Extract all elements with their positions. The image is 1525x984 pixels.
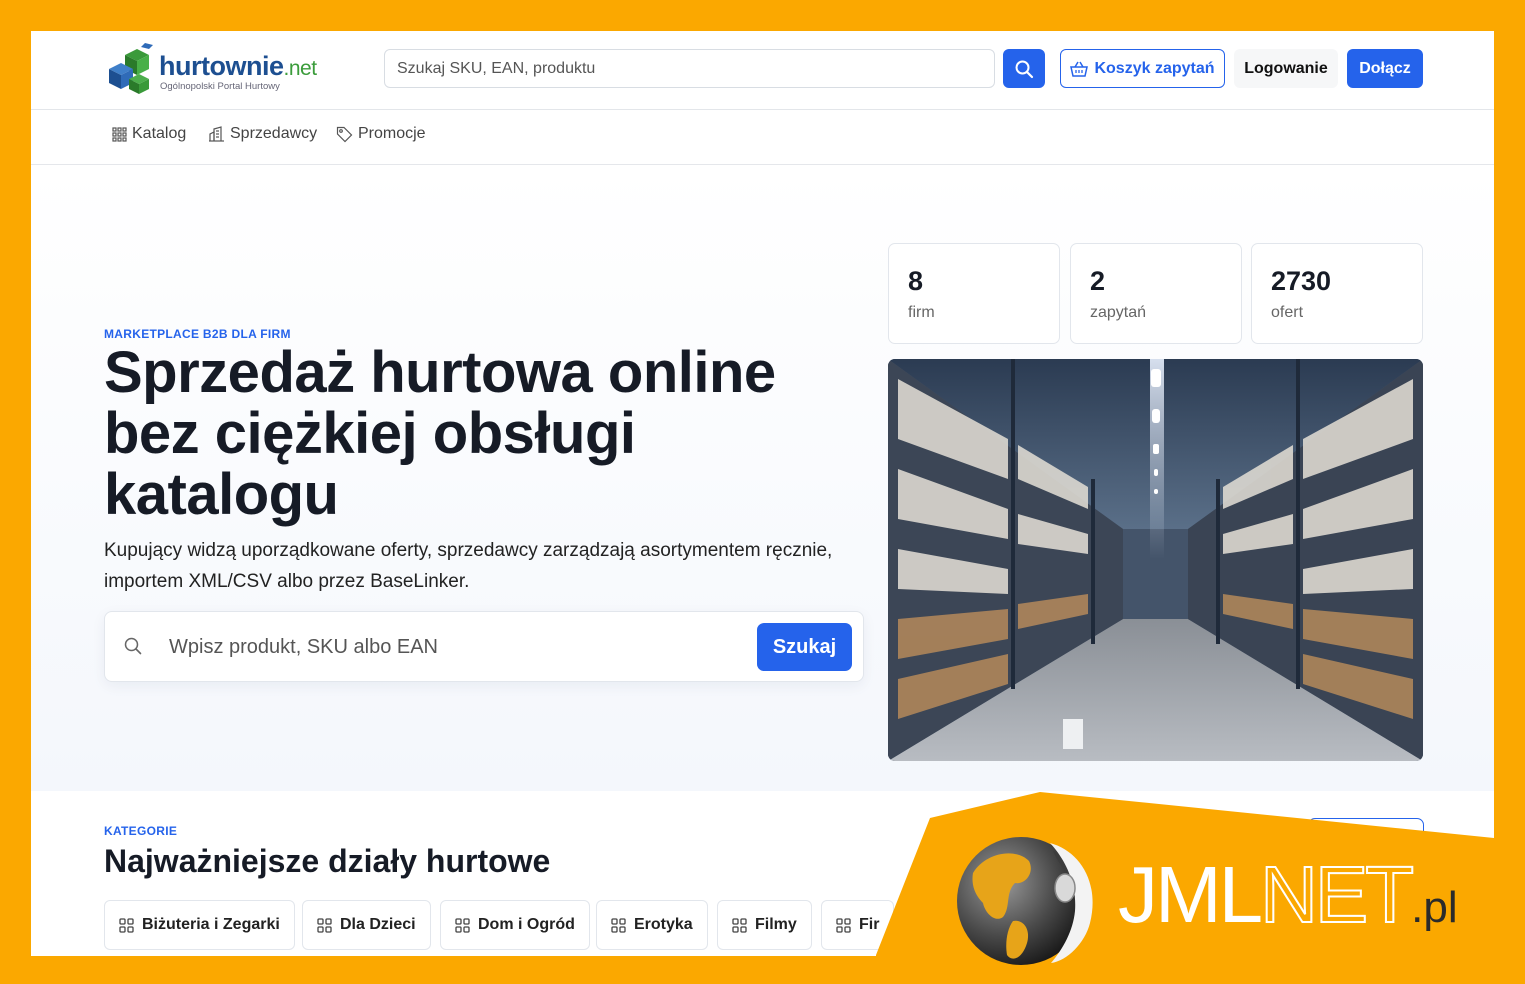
category-chip[interactable]: Filmy: [717, 900, 812, 950]
subnav-label: Sprzedawcy: [230, 125, 318, 142]
stat-card-offers: 2730 ofert: [1251, 243, 1423, 344]
hero-search-input[interactable]: [169, 630, 749, 664]
stat-value: 2730: [1271, 266, 1332, 296]
join-button[interactable]: Dołącz: [1347, 49, 1423, 88]
hero-search-button[interactable]: Szukaj: [757, 623, 852, 671]
hero-description: Kupujący widzą uporządkowane oferty, spr…: [104, 540, 833, 592]
category-label: Erotyka: [634, 916, 693, 933]
stat-value: 8: [908, 266, 924, 296]
basket-icon: [1070, 61, 1089, 77]
categories-more-button[interactable]: [1308, 818, 1424, 858]
subnav-label: Katalog: [132, 125, 187, 142]
subnav: Katalog Sprzedawcy Promocje: [31, 111, 1494, 165]
category-label: Biżuteria i Zegarki: [142, 916, 280, 933]
grid-icon: [455, 917, 470, 933]
subnav-item-katalog[interactable]: Katalog: [112, 125, 186, 143]
tag-icon: [336, 126, 353, 142]
category-chip[interactable]: Dom i Ogród: [440, 900, 590, 950]
grid-icon: [112, 126, 127, 142]
grid-icon: [836, 917, 851, 933]
header-search-button[interactable]: [1003, 49, 1045, 88]
warehouse-image: [888, 359, 1423, 761]
hero-title: Sprzedaż hurtowa online bez ciężkiej obs…: [104, 340, 776, 527]
stat-card-inquiries: 2 zapytań: [1070, 243, 1242, 344]
hero-search-box: Szukaj: [104, 611, 864, 682]
stat-label: firm: [908, 304, 935, 321]
logo-wordmark: hurtownie.net: [159, 51, 317, 81]
category-chip[interactable]: Biżuteria i Zegarki: [104, 900, 295, 950]
grid-icon: [611, 917, 626, 933]
header: hurtownie.net Ogólnopolski Portal Hurtow…: [31, 31, 1494, 110]
page-frame: hurtownie.net Ogólnopolski Portal Hurtow…: [31, 31, 1494, 956]
category-label: Filmy: [755, 916, 797, 933]
subnav-item-sprzedawcy[interactable]: Sprzedawcy: [208, 125, 317, 143]
logo[interactable]: hurtownie.net Ogólnopolski Portal Hurtow…: [105, 41, 335, 97]
categories-eyebrow: KATEGORIE: [104, 824, 178, 838]
grid-icon: [732, 917, 747, 933]
stat-label: ofert: [1271, 304, 1304, 321]
categories-title: Najważniejsze działy hurtowe: [104, 843, 551, 879]
building-icon: [209, 126, 224, 142]
cart-button[interactable]: Koszyk zapytań: [1060, 49, 1225, 88]
category-label: Fir: [859, 916, 880, 933]
subnav-item-promocje[interactable]: Promocje: [336, 125, 426, 143]
grid-icon: [317, 917, 332, 933]
hero-section: MARKETPLACE B2B DLA FIRM Sprzedaż hurtow…: [31, 166, 1494, 791]
category-chip[interactable]: Dla Dzieci: [302, 900, 431, 950]
category-chip[interactable]: Erotyka: [596, 900, 708, 950]
category-chip[interactable]: Fir: [821, 900, 895, 950]
login-button[interactable]: Logowanie: [1234, 49, 1338, 88]
stat-card-firms: 8 firm: [888, 243, 1060, 344]
stat-label: zapytań: [1090, 304, 1147, 321]
category-label: Dom i Ogród: [478, 916, 575, 933]
grid-icon: [119, 917, 134, 933]
search-icon: [1015, 60, 1034, 78]
cubes-logo-icon: [109, 43, 153, 94]
stat-value: 2: [1090, 266, 1106, 296]
subnav-label: Promocje: [358, 125, 426, 142]
hero-eyebrow: MARKETPLACE B2B DLA FIRM: [104, 327, 291, 341]
search-icon: [124, 637, 142, 655]
cart-label: Koszyk zapytań: [1094, 59, 1215, 77]
header-search-input[interactable]: [384, 49, 995, 88]
category-label: Dla Dzieci: [340, 916, 416, 933]
logo-tagline: Ogólnopolski Portal Hurtowy: [160, 81, 280, 92]
